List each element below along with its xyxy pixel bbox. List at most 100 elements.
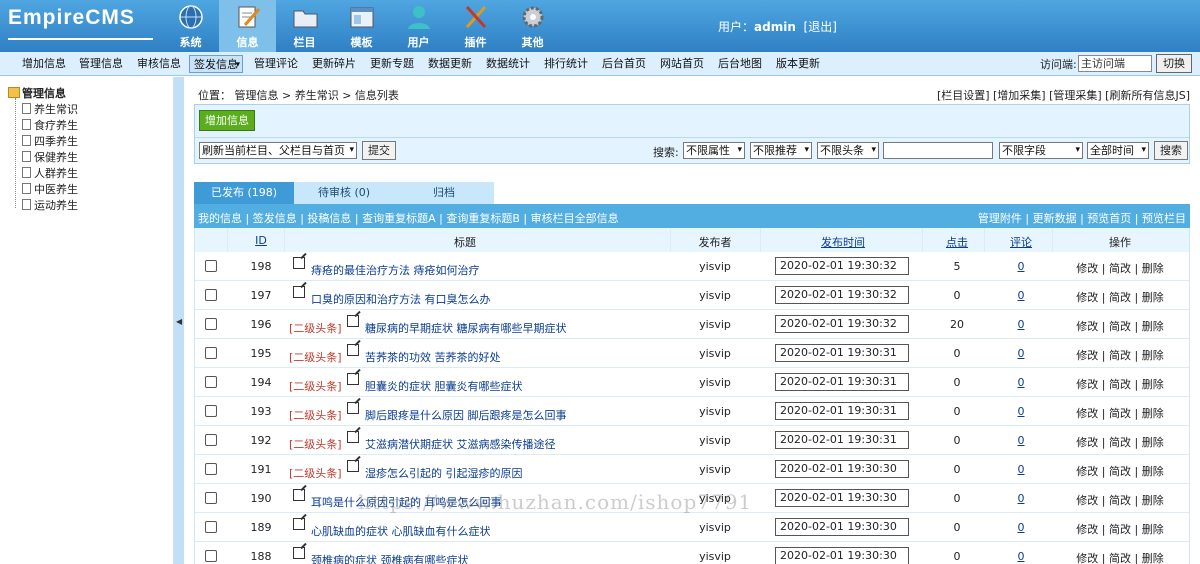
row-checkbox[interactable] <box>205 347 217 359</box>
menu-sign-info[interactable]: 签发信息 <box>189 55 243 74</box>
menu-review-info[interactable]: 审核信息 <box>133 55 185 73</box>
row-actions[interactable]: 修改 | 简改 | 删除 <box>1075 434 1165 450</box>
row-title-link[interactable]: 痔疮的最佳治疗方法 痔疮如何治疗 <box>311 262 480 278</box>
row-comments-link[interactable]: 0 <box>1001 492 1041 505</box>
row-time-input[interactable]: 2020-02-01 19:30:31 <box>775 402 909 420</box>
menu-manage-info[interactable]: 管理信息 <box>75 55 127 73</box>
row-title-link[interactable]: 湿疹怎么引起的 引起湿疹的原因 <box>365 465 523 481</box>
row-actions[interactable]: 修改 | 简改 | 删除 <box>1075 492 1165 508</box>
menu-version-update[interactable]: 版本更新 <box>772 55 824 73</box>
row-checkbox[interactable] <box>205 521 217 533</box>
menu-data-stats[interactable]: 数据统计 <box>482 55 534 73</box>
row-checkbox[interactable] <box>205 550 217 562</box>
menu-admin-map[interactable]: 后台地图 <box>714 55 766 73</box>
add-info-button[interactable]: 增加信息 <box>199 110 255 131</box>
row-title-link[interactable]: 心肌缺血的症状 心肌缺血有什么症状 <box>311 523 491 539</box>
refresh-select[interactable]: 刷新当前栏目、父栏目与首页 <box>199 142 357 159</box>
menu-update-topics[interactable]: 更新专题 <box>366 55 418 73</box>
row-time-input[interactable]: 2020-02-01 19:30:30 <box>775 460 909 478</box>
row-actions[interactable]: 修改 | 简改 | 删除 <box>1075 347 1165 363</box>
menu-update-fragments[interactable]: 更新碎片 <box>308 55 360 73</box>
row-actions[interactable]: 修改 | 简改 | 删除 <box>1075 405 1165 421</box>
row-comments-link[interactable]: 0 <box>1001 434 1041 447</box>
row-time-input[interactable]: 2020-02-01 19:30:30 <box>775 547 909 564</box>
tree-item[interactable]: 四季养生 <box>22 133 78 149</box>
row-time-input[interactable]: 2020-02-01 19:30:32 <box>775 286 909 304</box>
tree-item[interactable]: 保健养生 <box>22 149 78 165</box>
submit-button[interactable]: 提交 <box>362 141 396 160</box>
topnav-plugin[interactable]: 插件 <box>447 0 504 52</box>
search-button[interactable]: 搜索 <box>1154 141 1188 160</box>
row-actions[interactable]: 修改 | 简改 | 删除 <box>1075 318 1165 334</box>
row-comments-link[interactable]: 0 <box>1001 463 1041 476</box>
row-title-link[interactable]: 苦荞茶的功效 苦荞茶的好处 <box>365 349 501 365</box>
row-comments-link[interactable]: 0 <box>1001 405 1041 418</box>
row-time-input[interactable]: 2020-02-01 19:30:31 <box>775 431 909 449</box>
topnav-system[interactable]: 系统 <box>162 0 219 52</box>
logout-link[interactable]: [退出] <box>804 20 837 34</box>
search-input[interactable] <box>883 142 993 159</box>
tab-pending[interactable]: 待审核 (0) <box>294 182 394 204</box>
tree-root[interactable]: 管理信息 <box>8 85 66 101</box>
row-comments-link[interactable]: 0 <box>1001 347 1041 360</box>
tab-published[interactable]: 已发布 (198) <box>194 182 294 204</box>
col-clicks[interactable]: 点击 <box>937 234 977 250</box>
topnav-template[interactable]: 模板 <box>333 0 390 52</box>
row-actions[interactable]: 修改 | 简改 | 删除 <box>1075 260 1165 276</box>
table-left-links[interactable]: 我的信息 | 签发信息 | 投稿信息 | 查询重复标题A | 查询重复标题B |… <box>198 210 619 226</box>
menu-data-update[interactable]: 数据更新 <box>424 55 476 73</box>
col-comments[interactable]: 评论 <box>1001 234 1041 250</box>
row-comments-link[interactable]: 0 <box>1001 289 1041 302</box>
row-title-link[interactable]: 糖尿病的早期症状 糖尿病有哪些早期症状 <box>365 320 567 336</box>
tree-item[interactable]: 养生常识 <box>22 101 78 117</box>
row-checkbox[interactable] <box>205 289 217 301</box>
col-id[interactable]: ID <box>241 234 281 247</box>
menu-add-info[interactable]: 增加信息 <box>18 55 70 73</box>
row-comments-link[interactable]: 0 <box>1001 376 1041 389</box>
row-time-input[interactable]: 2020-02-01 19:30:30 <box>775 518 909 536</box>
row-checkbox[interactable] <box>205 492 217 504</box>
row-actions[interactable]: 修改 | 简改 | 删除 <box>1075 376 1165 392</box>
table-right-links[interactable]: 管理附件 | 更新数据 | 预览首页 | 预览栏目 <box>978 210 1186 226</box>
row-checkbox[interactable] <box>205 376 217 388</box>
recommend-filter-select[interactable]: 不限推荐 <box>750 142 812 159</box>
visit-select[interactable]: 主访问端 <box>1078 55 1152 72</box>
menu-manage-comments[interactable]: 管理评论 <box>250 55 302 73</box>
topnav-info[interactable]: 信息 <box>219 0 276 52</box>
topnav-other[interactable]: 其他 <box>504 0 561 52</box>
menu-site-home[interactable]: 网站首页 <box>656 55 708 73</box>
row-title-link[interactable]: 艾滋病潜伏期症状 艾滋病感染传播途径 <box>365 436 556 452</box>
tree-item[interactable]: 中医养生 <box>22 181 78 197</box>
row-time-input[interactable]: 2020-02-01 19:30:31 <box>775 373 909 391</box>
field-select[interactable]: 不限字段 <box>999 142 1083 159</box>
row-comments-link[interactable]: 0 <box>1001 260 1041 273</box>
row-checkbox[interactable] <box>205 463 217 475</box>
sidebar-collapse-handle[interactable]: ◀ <box>174 77 184 564</box>
attribute-filter-select[interactable]: 不限属性 <box>683 142 745 159</box>
row-title-link[interactable]: 颈椎病的症状 颈椎病有哪些症状 <box>311 552 469 564</box>
headline-filter-select[interactable]: 不限头条 <box>817 142 879 159</box>
row-title-link[interactable]: 口臭的原因和治疗方法 有口臭怎么办 <box>311 291 491 307</box>
row-time-input[interactable]: 2020-02-01 19:30:30 <box>775 489 909 507</box>
row-checkbox[interactable] <box>205 318 217 330</box>
row-title-link[interactable]: 胆囊炎的症状 胆囊炎有哪些症状 <box>365 378 523 394</box>
row-comments-link[interactable]: 0 <box>1001 521 1041 534</box>
row-actions[interactable]: 修改 | 简改 | 删除 <box>1075 463 1165 479</box>
row-checkbox[interactable] <box>205 260 217 272</box>
row-time-input[interactable]: 2020-02-01 19:30:32 <box>775 257 909 275</box>
tab-archive[interactable]: 归档 <box>394 182 494 204</box>
row-comments-link[interactable]: 0 <box>1001 550 1041 563</box>
col-publish-time[interactable]: 发布时间 <box>803 234 883 250</box>
row-time-input[interactable]: 2020-02-01 19:30:32 <box>775 315 909 333</box>
top-links[interactable]: [栏目设置] [增加采集] [管理采集] [刷新所有信息JS] <box>937 87 1190 103</box>
row-time-input[interactable]: 2020-02-01 19:30:31 <box>775 344 909 362</box>
tree-item[interactable]: 人群养生 <box>22 165 78 181</box>
menu-admin-home[interactable]: 后台首页 <box>598 55 650 73</box>
row-comments-link[interactable]: 0 <box>1001 318 1041 331</box>
topnav-user[interactable]: 用户 <box>390 0 447 52</box>
switch-button[interactable]: 切换 <box>1156 54 1192 73</box>
tree-item[interactable]: 运动养生 <box>22 197 78 213</box>
row-actions[interactable]: 修改 | 简改 | 删除 <box>1075 521 1165 537</box>
row-actions[interactable]: 修改 | 简改 | 删除 <box>1075 289 1165 305</box>
row-checkbox[interactable] <box>205 405 217 417</box>
